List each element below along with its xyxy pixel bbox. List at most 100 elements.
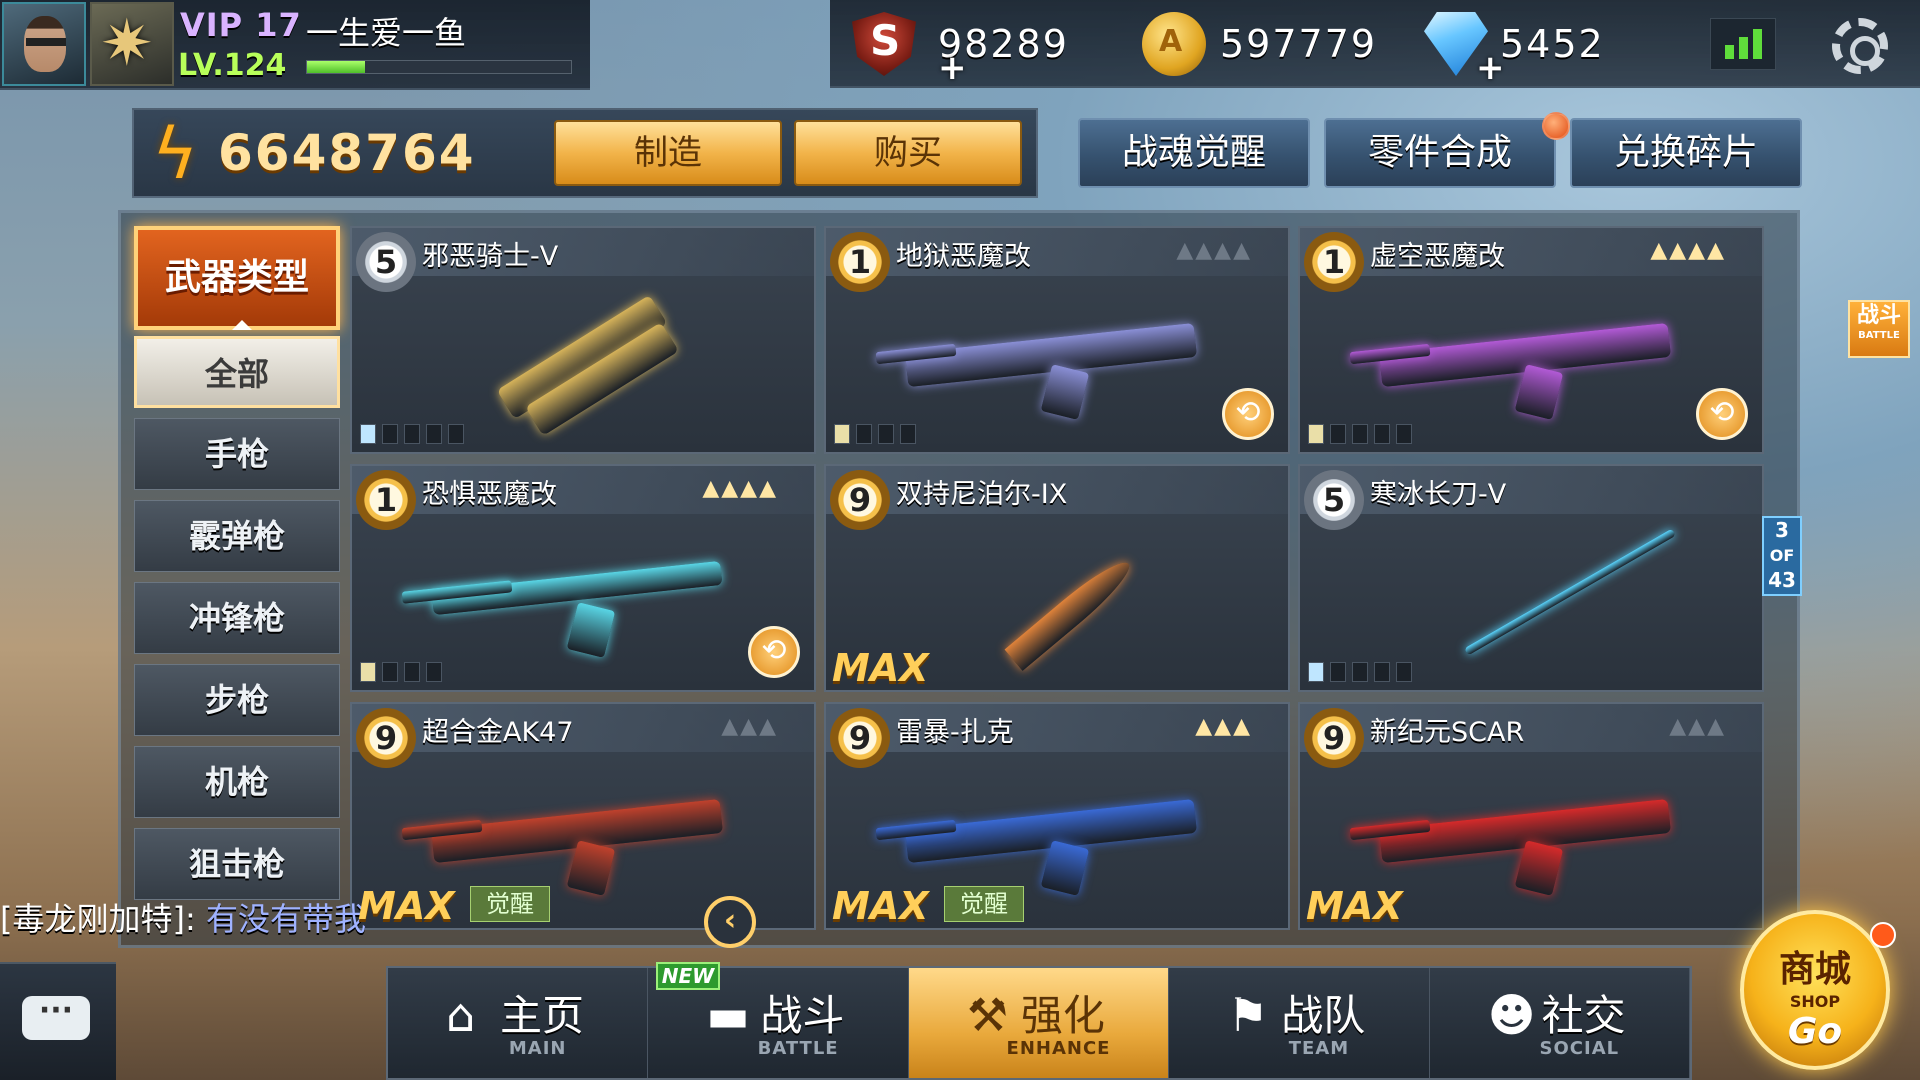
vip-level: VIP 17	[180, 6, 302, 44]
weapon-name: 邪恶骑士-V	[422, 241, 559, 272]
battle-tab-label: 战斗	[1856, 303, 1901, 328]
notification-dot	[1870, 922, 1896, 948]
star-rating: ▲▲▲	[721, 714, 778, 739]
tier-badge: 9	[356, 708, 416, 768]
avatar-visor	[26, 38, 66, 46]
nav-sub: ENHANCE	[1006, 1038, 1111, 1059]
weapon-image	[875, 766, 1226, 896]
nav-label: 强化	[1020, 991, 1105, 1040]
upgrade-progress	[834, 424, 916, 444]
weapon-image	[401, 766, 752, 896]
chat-button[interactable]: ···	[0, 962, 116, 1080]
shop-label: 商城	[1778, 949, 1851, 990]
max-label: MAX	[832, 646, 929, 690]
home-icon: ⌂	[446, 988, 476, 1042]
weapon-name: 双持尼泊尔-IX	[896, 479, 1068, 510]
s-shield-icon: S	[852, 12, 916, 76]
tier-badge: 9	[1304, 708, 1364, 768]
category-smg[interactable]: 冲锋枪	[134, 582, 340, 654]
weapon-card[interactable]: 9 新纪元SCAR ▲▲▲ MAX	[1298, 702, 1764, 930]
buy-button[interactable]: 购买	[794, 120, 1022, 186]
weapon-name: 地狱恶魔改	[896, 241, 1031, 272]
upgrade-progress	[1308, 424, 1412, 444]
flag-icon: ⚑	[1227, 988, 1269, 1042]
add-icon[interactable]: +	[938, 48, 967, 88]
star-rating: ▲▲▲	[1195, 714, 1252, 739]
craft-button[interactable]: 制造	[554, 120, 782, 186]
rank-star-icon: ✷	[100, 7, 154, 81]
page-total: 43	[1768, 568, 1796, 592]
nav-team[interactable]: ⚑ 战队 TEAM	[1169, 968, 1430, 1078]
gold-coins-value: 597779	[1220, 22, 1378, 66]
combat-power-value: 6648764	[218, 124, 476, 182]
shop-go: Go	[1787, 1011, 1843, 1052]
weapon-name: 虚空恶魔改	[1370, 241, 1505, 272]
nav-social[interactable]: ☻ 社交 SOCIAL	[1430, 968, 1691, 1078]
player-avatar[interactable]	[2, 2, 86, 86]
weapon-card[interactable]: 9 雷暴-扎克 ▲▲▲ MAX 觉醒	[824, 702, 1290, 930]
star-rating: ▲▲▲	[1669, 714, 1726, 739]
star-rating: ▲▲▲▲	[702, 476, 778, 501]
category-all[interactable]: 全部	[134, 336, 340, 408]
weapon-name: 恐惧恶魔改	[422, 479, 557, 510]
weapon-card[interactable]: 5 寒冰长刀-V	[1298, 464, 1764, 692]
weapon-card[interactable]: 9 双持尼泊尔-IX MAX	[824, 464, 1290, 692]
category-machine-gun[interactable]: 机枪	[134, 746, 340, 818]
awaken-badge: 觉醒	[470, 886, 550, 922]
category-rifle[interactable]: 步枪	[134, 664, 340, 736]
weapon-card[interactable]: 1 虚空恶魔改 ▲▲▲▲ ⟲	[1298, 226, 1764, 454]
chat-bubble-icon: ···	[22, 996, 90, 1040]
weapon-name: 超合金AK47	[422, 717, 574, 748]
battle-tab-sub: BATTLE	[1858, 330, 1900, 341]
nav-label: 社交	[1541, 991, 1626, 1040]
weapon-type-title: 武器类型	[134, 226, 340, 330]
shop-sub: SHOP	[1789, 992, 1841, 1011]
page-current: 3	[1775, 518, 1789, 542]
diamonds[interactable]: + 5452	[1424, 12, 1605, 88]
rank-emblem: ✷	[90, 2, 174, 86]
collapse-chevron-icon[interactable]: ‹	[704, 896, 756, 948]
nav-label: 战队	[1281, 991, 1366, 1040]
xp-bar-fill	[307, 61, 366, 73]
category-sniper[interactable]: 狙击枪	[134, 828, 340, 900]
weapon-image	[1349, 766, 1700, 896]
upgrade-progress	[360, 424, 464, 444]
weapon-card[interactable]: 5 邪恶骑士-V	[350, 226, 816, 454]
weapon-image	[1349, 290, 1700, 420]
tier-badge: 9	[830, 470, 890, 530]
swap-icon[interactable]: ⟲	[748, 626, 800, 678]
category-pistol[interactable]: 手枪	[134, 418, 340, 490]
chat-message: 有没有带我	[205, 900, 366, 938]
signal-icon	[1710, 18, 1776, 70]
weapon-name: 新纪元SCAR	[1370, 717, 1525, 748]
settings-gear-icon[interactable]	[1832, 18, 1888, 74]
new-badge: NEW	[656, 962, 720, 990]
page-of: OF	[1769, 546, 1795, 565]
nav-enhance[interactable]: ⚒ 强化 ENHANCE	[908, 968, 1170, 1078]
add-icon[interactable]: +	[1476, 48, 1505, 88]
weapon-image	[412, 290, 752, 436]
max-label: MAX	[358, 884, 455, 928]
parts-synthesis-button[interactable]: 零件合成	[1324, 118, 1556, 188]
weapon-card[interactable]: 1 地狱恶魔改 ▲▲▲▲ ⟲	[824, 226, 1290, 454]
soul-awaken-button[interactable]: 战魂觉醒	[1078, 118, 1310, 188]
swap-icon[interactable]: ⟲	[1222, 388, 1274, 440]
chat-sender: [毒龙刚加特]:	[0, 900, 196, 938]
category-shotgun[interactable]: 霰弹枪	[134, 500, 340, 572]
shop-button[interactable]: 商城 SHOP Go	[1740, 910, 1890, 1070]
weapon-image	[875, 290, 1226, 420]
xp-bar	[306, 60, 572, 74]
nav-sub: MAIN	[508, 1038, 567, 1059]
exchange-fragments-button[interactable]: 兑换碎片	[1570, 118, 1802, 188]
battle-side-tab[interactable]: 战斗 BATTLE	[1848, 300, 1910, 358]
gold-coin-icon: A	[1142, 12, 1206, 76]
s-points[interactable]: S + 98289	[852, 12, 1069, 88]
nav-main[interactable]: ⌂ 主页 MAIN	[388, 968, 649, 1078]
diamonds-value: 5452	[1500, 22, 1605, 66]
nav-label: 战斗	[760, 991, 845, 1040]
swap-icon[interactable]: ⟲	[1696, 388, 1748, 440]
max-label: MAX	[832, 884, 929, 928]
weapon-image	[401, 528, 752, 658]
weapon-card[interactable]: 1 恐惧恶魔改 ▲▲▲▲ ⟲	[350, 464, 816, 692]
awaken-badge: 觉醒	[944, 886, 1024, 922]
